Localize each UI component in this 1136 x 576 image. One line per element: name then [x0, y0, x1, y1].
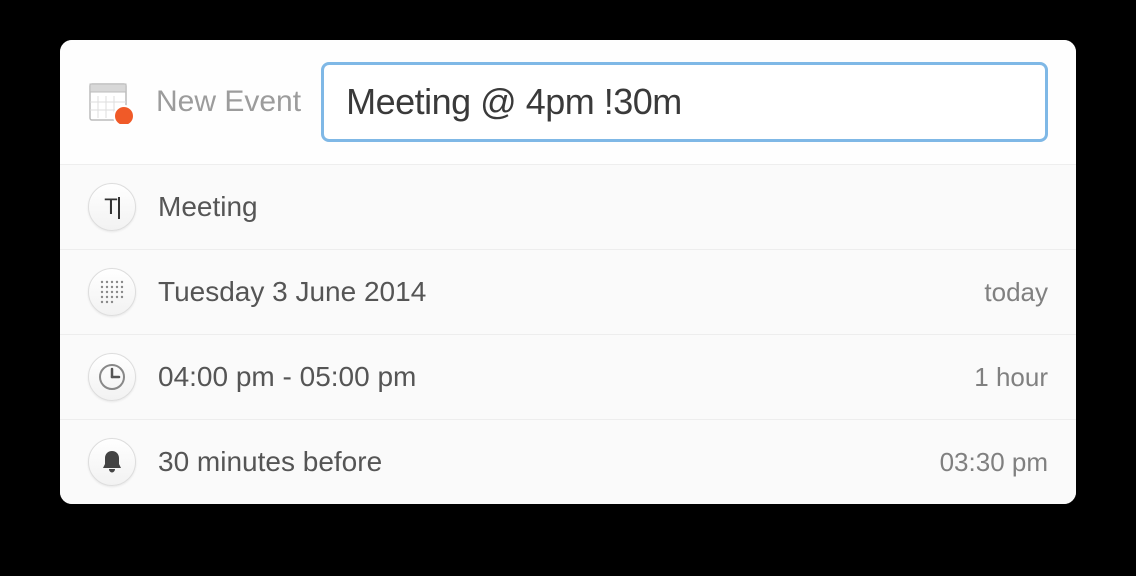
- header: New Event: [60, 40, 1076, 165]
- new-event-label: New Event: [156, 85, 301, 119]
- clock-icon: [88, 353, 136, 401]
- calendar-icon: [88, 80, 136, 124]
- event-input[interactable]: [321, 62, 1048, 142]
- event-details: T Meeting Tuesday 3 June 2014 today: [60, 165, 1076, 504]
- event-reminder-time: 03:30 pm: [940, 447, 1048, 478]
- title-row[interactable]: T Meeting: [60, 165, 1076, 250]
- reminder-row[interactable]: 30 minutes before 03:30 pm: [60, 420, 1076, 504]
- event-date: Tuesday 3 June 2014: [158, 276, 962, 308]
- event-reminder: 30 minutes before: [158, 446, 918, 478]
- bell-icon: [88, 438, 136, 486]
- event-date-relative: today: [984, 277, 1048, 308]
- event-duration: 1 hour: [974, 362, 1048, 393]
- new-event-panel: New Event T Meeting: [60, 40, 1076, 504]
- calendar-grid-icon: [88, 268, 136, 316]
- event-time: 04:00 pm - 05:00 pm: [158, 361, 952, 393]
- event-title: Meeting: [158, 191, 1048, 223]
- title-icon: T: [88, 183, 136, 231]
- time-row[interactable]: 04:00 pm - 05:00 pm 1 hour: [60, 335, 1076, 420]
- date-row[interactable]: Tuesday 3 June 2014 today: [60, 250, 1076, 335]
